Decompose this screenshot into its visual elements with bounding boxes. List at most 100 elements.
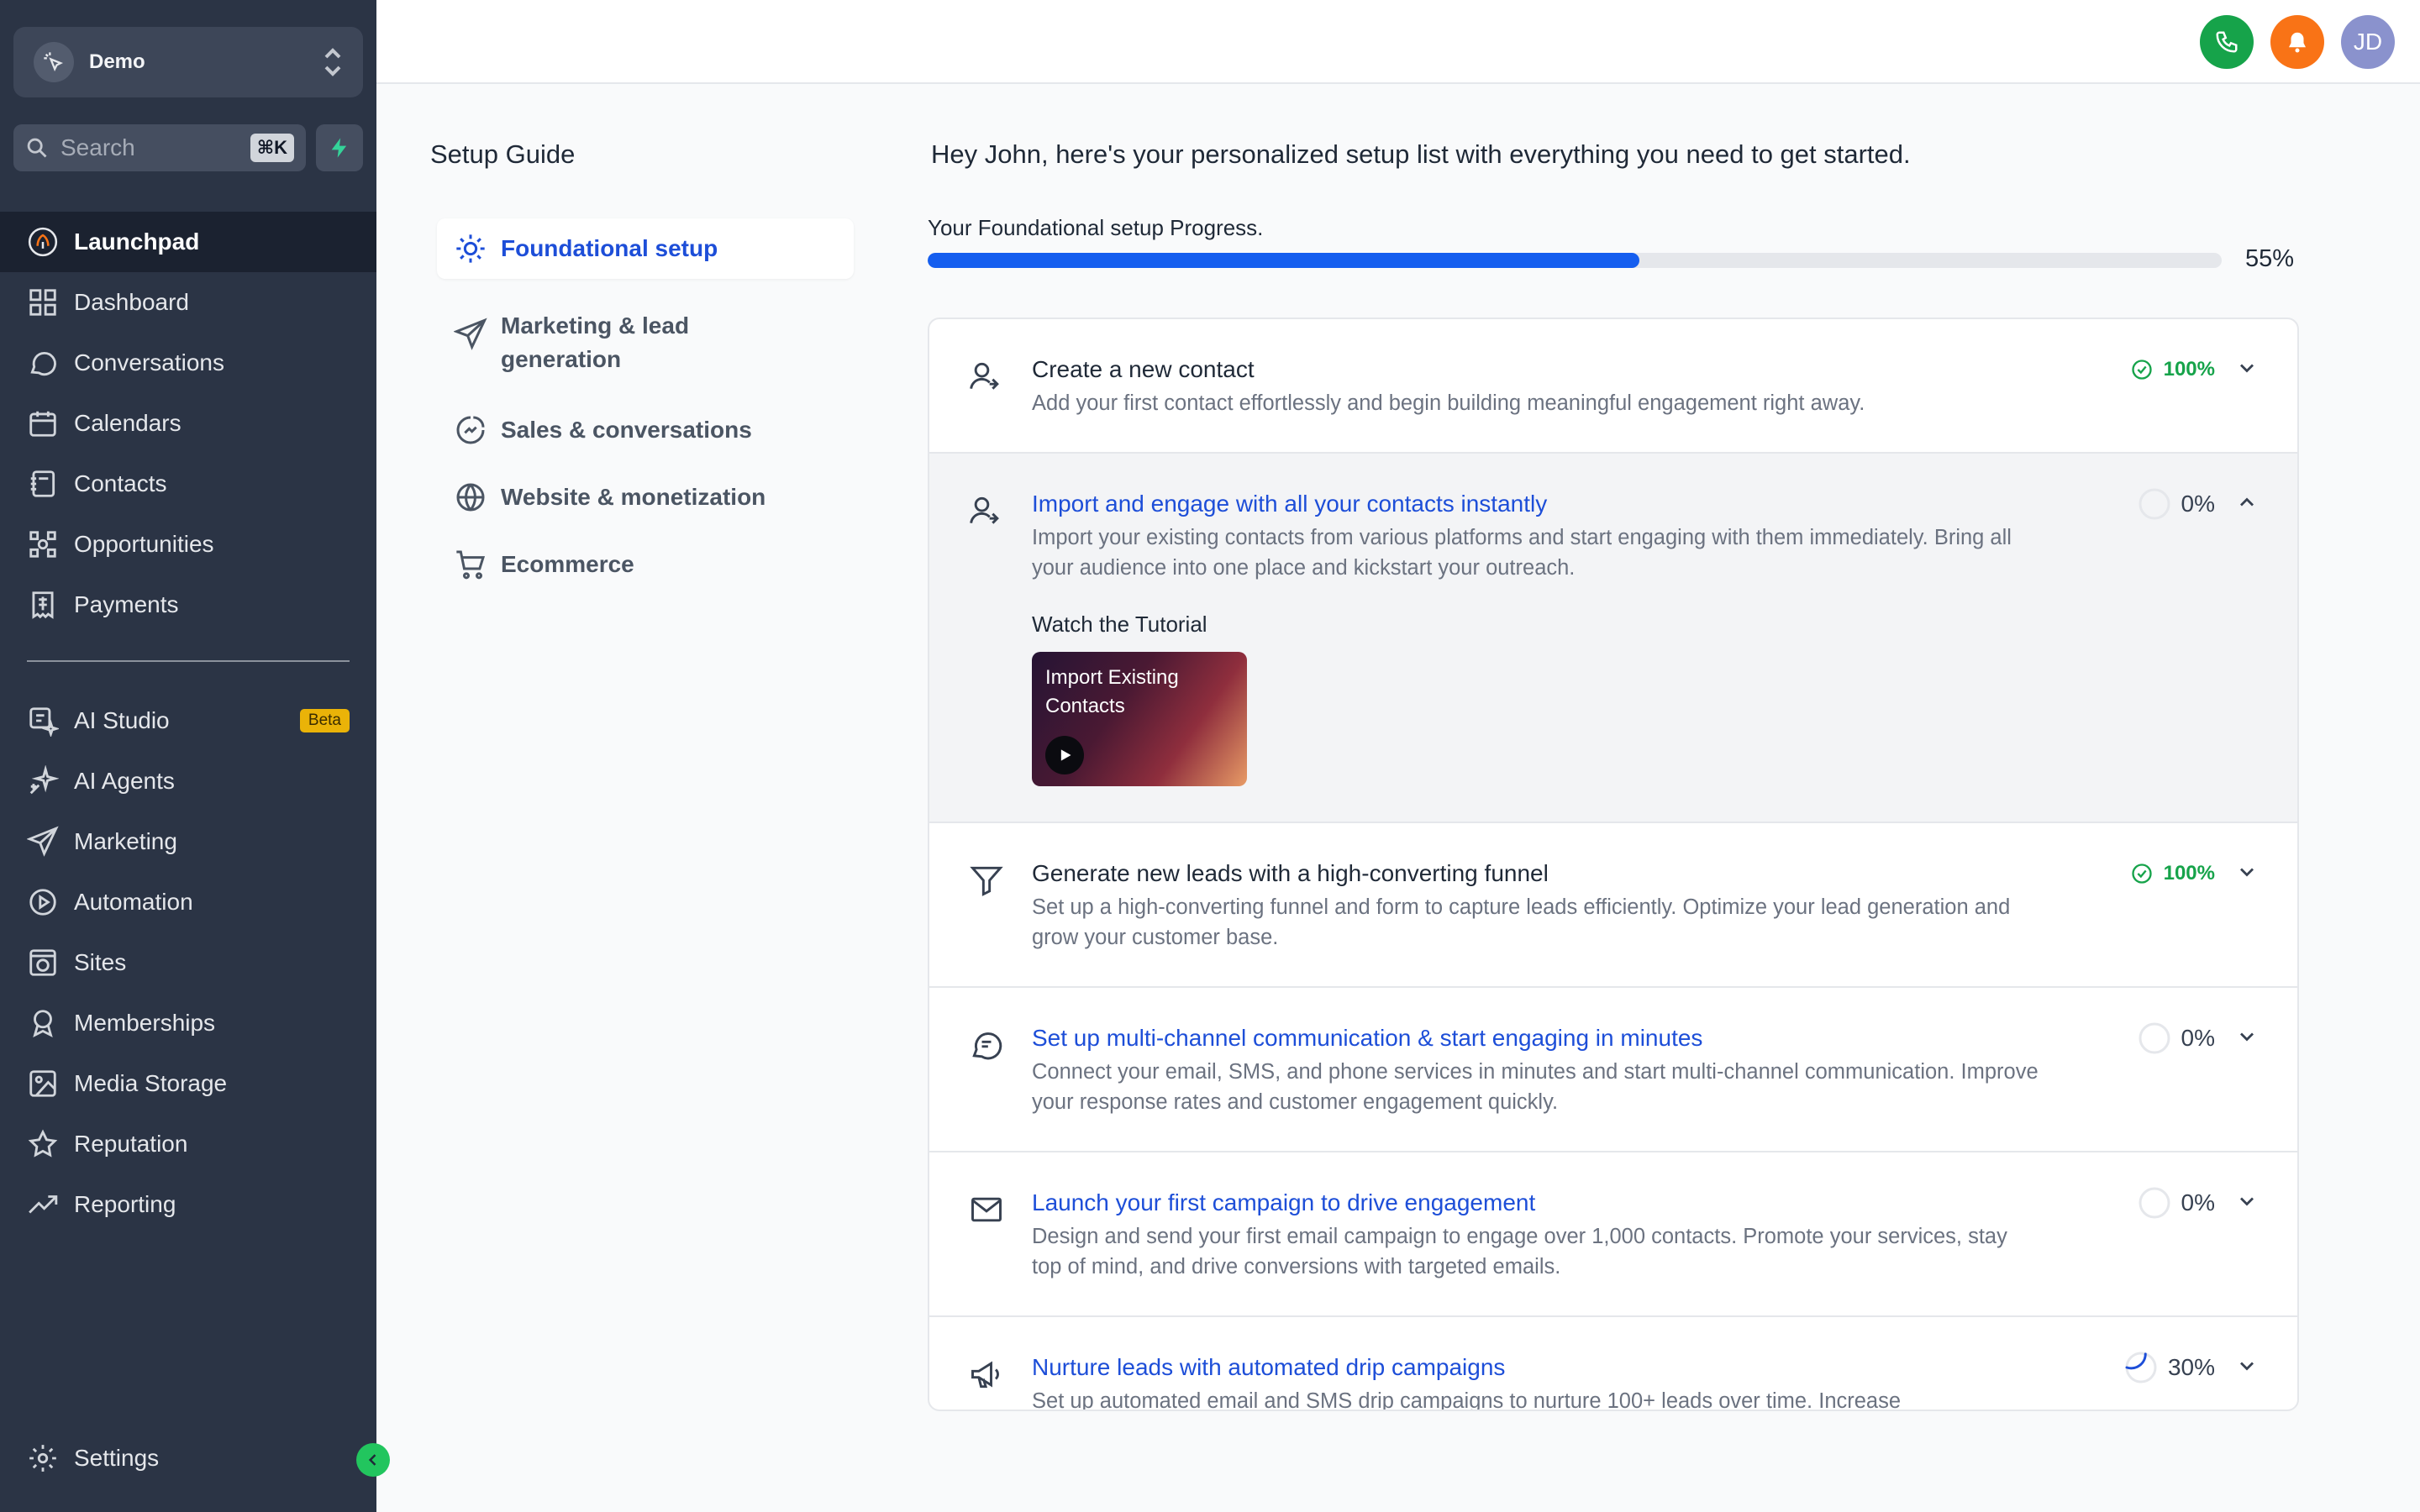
send-icon — [27, 826, 59, 857]
collapse-sidebar-button[interactable] — [356, 1443, 390, 1477]
search-input[interactable]: Search ⌘K — [13, 124, 306, 171]
sidebar-item-sites[interactable]: Sites — [0, 932, 376, 993]
sidebar-item-reporting[interactable]: Reporting — [0, 1174, 376, 1235]
user-avatar[interactable]: JD — [2341, 15, 2395, 69]
bell-icon — [2289, 32, 2306, 53]
phone-button[interactable] — [2200, 15, 2254, 69]
notifications-button[interactable] — [2270, 15, 2324, 69]
task-description: Add your first contact effortlessly and … — [1032, 391, 1865, 415]
task-title: Generate new leads with a high-convertin… — [1032, 860, 1549, 886]
tutorial-video-thumbnail[interactable]: Import Existing Contacts — [1032, 652, 1247, 786]
category-sales-conversations[interactable]: Sales & conversations — [437, 400, 854, 460]
task-row[interactable]: Nurture leads with automated drip campai… — [929, 1317, 2297, 1411]
category-foundational-setup[interactable]: Foundational setup — [437, 218, 854, 279]
sidebar-item-reputation[interactable]: Reputation — [0, 1114, 376, 1174]
star-icon — [28, 1129, 58, 1158]
sidebar-item-ai-agents[interactable]: AI Agents — [0, 751, 376, 811]
play-button[interactable] — [1045, 736, 1084, 774]
sidebar: Demo Search ⌘K Launchpad Dashboard Conve… — [0, 0, 376, 1512]
category-website-monetization[interactable]: Website & monetization — [437, 467, 854, 528]
partial-progress-ring-icon — [2125, 1352, 2157, 1383]
category-ecommerce[interactable]: Ecommerce — [437, 534, 854, 595]
setup-guide-title: Setup Guide — [430, 139, 576, 169]
progress-fill — [928, 253, 1639, 268]
sidebar-divider — [27, 660, 350, 662]
gear-icon — [29, 1445, 56, 1472]
sidebar-item-settings[interactable]: Settings — [0, 1428, 376, 1488]
task-row[interactable]: Create a new contact Add your first cont… — [929, 319, 2297, 454]
user-plus-icon — [970, 362, 999, 390]
lightning-icon — [331, 138, 347, 158]
image-icon — [29, 1070, 56, 1097]
sidebar-item-dashboard[interactable]: Dashboard — [0, 272, 376, 333]
chevron-down-icon[interactable] — [2235, 1025, 2259, 1048]
globe-icon — [29, 949, 56, 976]
task-status: 0% — [2138, 1186, 2215, 1220]
chevron-down-icon[interactable] — [2235, 860, 2259, 884]
chart-pie-icon — [456, 416, 485, 444]
send-icon — [454, 318, 487, 350]
task-status: 30% — [2124, 1351, 2215, 1384]
task-status: 100% — [2130, 862, 2215, 885]
sidebar-item-memberships[interactable]: Memberships — [0, 993, 376, 1053]
launchpad-icon — [28, 227, 58, 257]
sidebar-item-payments[interactable]: Payments — [0, 575, 376, 635]
task-row[interactable]: Launch your first campaign to drive enga… — [929, 1152, 2297, 1317]
video-title: Import Existing Contacts — [1045, 666, 1179, 717]
chevron-left-icon — [368, 1454, 376, 1466]
task-row-expanded[interactable]: Import and engage with all your contacts… — [929, 454, 2297, 823]
account-switcher[interactable]: Demo — [13, 27, 363, 97]
funnel-icon — [970, 866, 1003, 896]
task-row[interactable]: Generate new leads with a high-convertin… — [929, 823, 2297, 988]
phone-icon — [2216, 31, 2238, 53]
chevron-down-icon[interactable] — [2235, 356, 2259, 380]
play-icon — [1060, 749, 1071, 761]
sidebar-item-contacts[interactable]: Contacts — [0, 454, 376, 514]
quick-action-button[interactable] — [316, 124, 363, 171]
search-placeholder: Search — [60, 134, 135, 160]
empty-progress-ring-icon — [2139, 1022, 2170, 1054]
sidebar-item-media-storage[interactable]: Media Storage — [0, 1053, 376, 1114]
task-description: Set up automated email and SMS drip camp… — [1032, 1389, 1902, 1411]
greeting-text: Hey John, here's your personalized setup… — [931, 139, 1911, 169]
category-marketing-lead-generation[interactable]: Marketing & lead generation — [437, 296, 854, 390]
task-description: Design and send your first email campaig… — [1032, 1225, 2007, 1278]
search-shortcut: ⌘K — [250, 134, 294, 162]
task-status: 0% — [2138, 1021, 2215, 1055]
task-title[interactable]: Set up multi-channel communication & sta… — [1032, 1025, 1702, 1052]
payments-icon — [32, 591, 54, 619]
sidebar-item-calendars[interactable]: Calendars — [0, 393, 376, 454]
task-description: Import your existing contacts from vario… — [1032, 526, 2012, 580]
task-title[interactable]: Launch your first campaign to drive enga… — [1032, 1189, 1535, 1216]
check-circle-icon — [2131, 864, 2152, 884]
pointer-click-icon — [34, 42, 74, 82]
tutorial-label: Watch the Tutorial — [1032, 612, 1207, 637]
empty-progress-ring-icon — [2139, 488, 2170, 520]
chat-icon — [30, 351, 56, 376]
sort-icon — [324, 48, 341, 76]
sidebar-item-conversations[interactable]: Conversations — [0, 333, 376, 393]
sidebar-item-launchpad[interactable]: Launchpad — [0, 212, 376, 272]
chevron-up-icon[interactable] — [2235, 491, 2259, 514]
task-row[interactable]: Set up multi-channel communication & sta… — [929, 988, 2297, 1152]
account-name: Demo — [89, 50, 145, 73]
badge-icon — [33, 1010, 53, 1037]
task-title: Create a new contact — [1032, 356, 1255, 382]
chevron-down-icon[interactable] — [2235, 1354, 2259, 1378]
task-title[interactable]: Nurture leads with automated drip campai… — [1032, 1354, 1505, 1381]
beta-badge: Beta — [299, 709, 350, 732]
sidebar-item-ai-studio[interactable]: AI Studio Beta — [0, 690, 376, 751]
calendar-icon — [29, 411, 56, 437]
search-icon — [27, 138, 47, 158]
contacts-icon — [30, 470, 55, 497]
sidebar-item-opportunities[interactable]: Opportunities — [0, 514, 376, 575]
sidebar-item-marketing[interactable]: Marketing — [0, 811, 376, 872]
task-status: 0% — [2138, 487, 2215, 521]
check-circle-icon — [2131, 360, 2152, 380]
task-title[interactable]: Import and engage with all your contacts… — [1032, 491, 1547, 517]
trend-icon — [29, 1195, 58, 1214]
automation-icon — [29, 889, 56, 916]
chevron-down-icon[interactable] — [2235, 1189, 2259, 1213]
sidebar-item-automation[interactable]: Automation — [0, 872, 376, 932]
top-bar: JD — [376, 0, 2420, 84]
